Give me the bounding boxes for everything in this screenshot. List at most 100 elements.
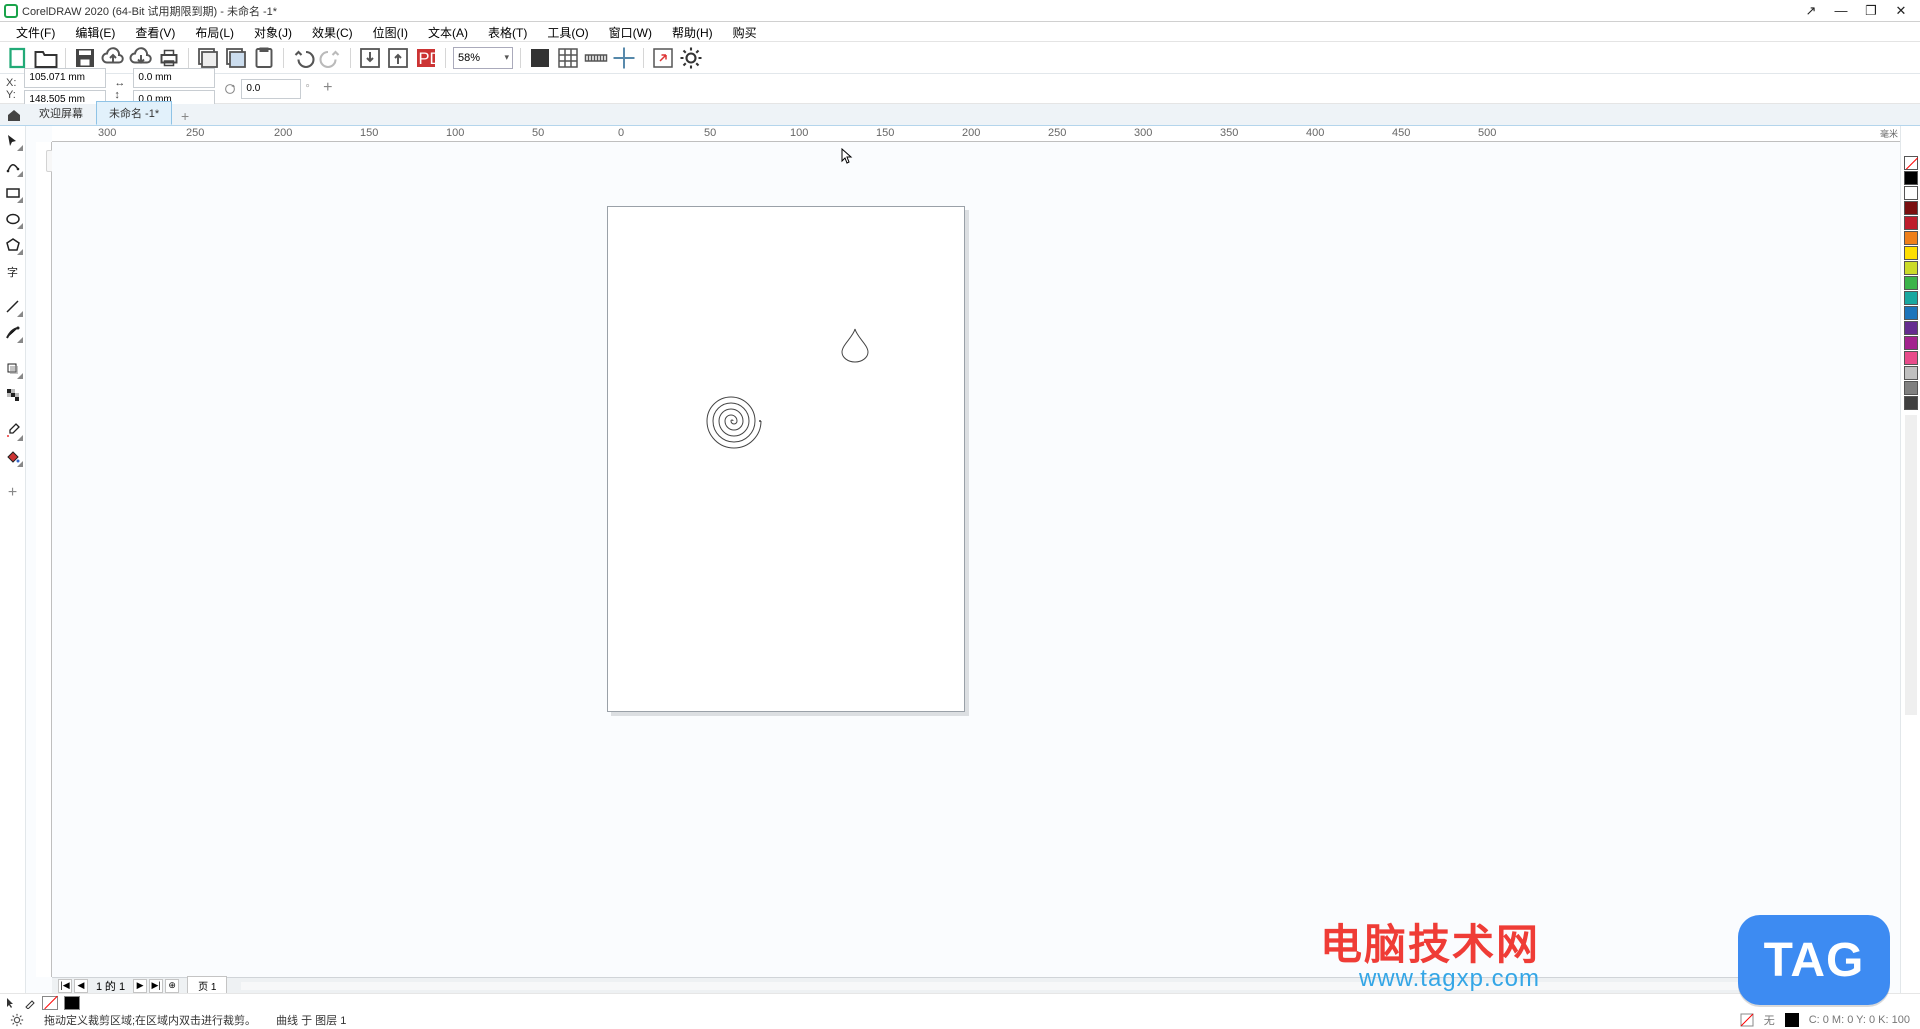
watermark-text: 电脑技术网 www.tagxp.com xyxy=(1320,925,1540,993)
gear-icon[interactable] xyxy=(10,1013,24,1027)
color-swatch[interactable] xyxy=(1904,336,1918,350)
color-swatch[interactable] xyxy=(1904,306,1918,320)
palette-scrollbar[interactable] xyxy=(1905,415,1917,715)
import-button[interactable] xyxy=(358,46,382,70)
color-swatch[interactable] xyxy=(1904,246,1918,260)
tab-welcome[interactable]: 欢迎屏幕 xyxy=(26,101,96,125)
text-tool[interactable]: 字 xyxy=(2,260,24,282)
menu-tools[interactable]: 工具(O) xyxy=(537,22,598,41)
add-tab-button[interactable]: + xyxy=(176,107,194,125)
polygon-tool[interactable] xyxy=(2,234,24,256)
page-prev-button[interactable]: ◀ xyxy=(74,979,88,993)
fill-indicator[interactable] xyxy=(42,996,58,1010)
color-swatch[interactable] xyxy=(1904,261,1918,275)
launch-button[interactable] xyxy=(651,46,675,70)
export-button[interactable] xyxy=(386,46,410,70)
home-icon[interactable] xyxy=(6,107,22,123)
drop-shadow-tool[interactable] xyxy=(2,358,24,380)
color-swatch[interactable] xyxy=(1904,381,1918,395)
snap-grid-button[interactable] xyxy=(556,46,580,70)
color-swatch[interactable] xyxy=(1904,186,1918,200)
copy-button[interactable] xyxy=(224,46,248,70)
fullscreen-button[interactable] xyxy=(528,46,552,70)
page-next-button[interactable]: ▶ xyxy=(133,979,147,993)
app-logo-icon xyxy=(4,4,18,18)
cloud-up-button[interactable] xyxy=(101,46,125,70)
fill-tool[interactable] xyxy=(2,446,24,468)
spiral-shape[interactable] xyxy=(702,391,762,451)
save-button[interactable] xyxy=(73,46,97,70)
color-swatch[interactable] xyxy=(1904,321,1918,335)
show-rulers-button[interactable] xyxy=(584,46,608,70)
transparency-tool[interactable] xyxy=(2,384,24,406)
menu-help[interactable]: 帮助(H) xyxy=(662,22,723,41)
add-preset-button[interactable]: + xyxy=(318,79,338,99)
zoom-select[interactable]: 58%▾ xyxy=(453,47,513,69)
new-doc-button[interactable] xyxy=(6,46,30,70)
artistic-media-tool[interactable] xyxy=(2,322,24,344)
color-palette xyxy=(1900,126,1920,993)
color-swatch[interactable] xyxy=(1904,276,1918,290)
popout-icon[interactable]: ↗ xyxy=(1802,2,1820,20)
menu-object[interactable]: 对象(J) xyxy=(244,22,302,41)
color-swatch[interactable] xyxy=(1904,396,1918,410)
redo-button[interactable] xyxy=(319,46,343,70)
tab-document[interactable]: 未命名 -1* xyxy=(96,101,172,125)
color-swatch[interactable] xyxy=(1904,171,1918,185)
pos-x-field[interactable]: 105.071 mm xyxy=(24,68,106,88)
color-swatch[interactable] xyxy=(1904,156,1918,170)
teardrop-shape[interactable] xyxy=(838,327,872,363)
cloud-down-button[interactable] xyxy=(129,46,153,70)
options-button[interactable] xyxy=(679,46,703,70)
show-guides-button[interactable] xyxy=(612,46,636,70)
property-bar: X: Y: 105.071 mm 148.505 mm ↔↕ 0.0 mm 0.… xyxy=(0,74,1920,104)
ellipse-tool[interactable] xyxy=(2,208,24,230)
menu-text[interactable]: 文本(A) xyxy=(418,22,478,41)
cmyk-readout: C: 0 M: 0 Y: 0 K: 100 xyxy=(1809,1014,1910,1026)
cut-button[interactable] xyxy=(196,46,220,70)
rectangle-tool[interactable] xyxy=(2,182,24,204)
toolbox: 字 + xyxy=(0,126,26,993)
page-last-button[interactable]: ▶| xyxy=(149,979,163,993)
color-swatch[interactable] xyxy=(1904,201,1918,215)
vertical-ruler[interactable] xyxy=(36,142,52,977)
menu-bitmap[interactable]: 位图(I) xyxy=(363,22,418,41)
color-swatch[interactable] xyxy=(1904,291,1918,305)
undo-button[interactable] xyxy=(291,46,315,70)
color-swatch[interactable] xyxy=(1904,231,1918,245)
menu-table[interactable]: 表格(T) xyxy=(478,22,537,41)
maximize-icon[interactable]: ❐ xyxy=(1862,2,1880,20)
paste-button[interactable] xyxy=(252,46,276,70)
minimize-icon[interactable]: — xyxy=(1832,2,1850,20)
close-icon[interactable]: ✕ xyxy=(1892,2,1910,20)
eyedropper-tool[interactable] xyxy=(2,420,24,442)
rotation-field[interactable]: 0.0 xyxy=(241,79,301,99)
menu-view[interactable]: 查看(V) xyxy=(125,22,185,41)
outline-indicator[interactable] xyxy=(64,996,80,1010)
color-swatch[interactable] xyxy=(1904,366,1918,380)
menu-layout[interactable]: 布局(L) xyxy=(185,22,244,41)
pick-tool[interactable] xyxy=(2,130,24,152)
shape-tool[interactable] xyxy=(2,156,24,178)
menu-window[interactable]: 窗口(W) xyxy=(599,22,662,41)
publish-pdf-button[interactable]: PDF xyxy=(414,46,438,70)
page-first-button[interactable]: |◀ xyxy=(58,979,72,993)
width-field[interactable]: 0.0 mm xyxy=(133,68,215,88)
freehand-tool[interactable] xyxy=(2,296,24,318)
page-add-button[interactable]: ⊕ xyxy=(165,979,179,993)
menu-buy[interactable]: 购买 xyxy=(723,22,767,41)
menu-effect[interactable]: 效果(C) xyxy=(302,22,363,41)
open-button[interactable] xyxy=(34,46,58,70)
horizontal-scrollbar[interactable]: |◀ ◀ 1 的 1 ▶ ▶| ⊕ 页 1 EN ♪ 简 xyxy=(52,977,1882,993)
canvas-viewport[interactable] xyxy=(52,142,1882,977)
color-swatch[interactable] xyxy=(1904,216,1918,230)
add-tool[interactable]: + xyxy=(2,482,24,504)
print-button[interactable] xyxy=(157,46,181,70)
menu-file[interactable]: 文件(F) xyxy=(6,22,65,41)
color-swatch[interactable] xyxy=(1904,351,1918,365)
watermark-tag: TAG xyxy=(1738,915,1890,1005)
page[interactable] xyxy=(607,206,965,712)
horizontal-ruler[interactable]: 300 250 200 150 100 50 0 50 100 150 200 … xyxy=(52,126,1900,142)
menu-edit[interactable]: 编辑(E) xyxy=(65,22,125,41)
drawing-area[interactable]: 300 250 200 150 100 50 0 50 100 150 200 … xyxy=(26,126,1900,993)
